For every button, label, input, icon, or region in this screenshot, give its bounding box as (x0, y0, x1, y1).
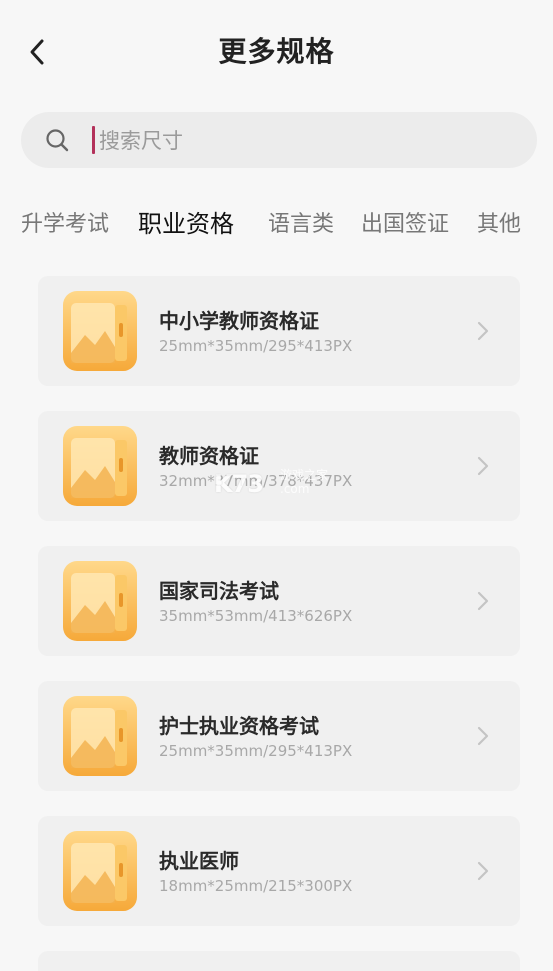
watermark: K73 游戏之家 .com (214, 466, 344, 506)
tab-language[interactable]: 语言类 (268, 205, 334, 245)
tab-other[interactable]: 其他 (477, 205, 521, 245)
photo-album-icon (63, 291, 137, 371)
list-item-partial[interactable] (38, 951, 520, 971)
list-item[interactable]: 执业医师 18mm*25mm/215*300PX (38, 816, 520, 926)
spec-title: 中小学教师资格证 (159, 309, 319, 333)
photo-album-icon (63, 561, 137, 641)
watermark-logo: K73 (214, 470, 264, 498)
watermark-text: 游戏之家 (280, 468, 329, 482)
chevron-right-icon (477, 726, 489, 746)
photo-album-icon (63, 696, 137, 776)
list-item[interactable]: 国家司法考试 35mm*53mm/413*626PX (38, 546, 520, 656)
list-item[interactable]: 中小学教师资格证 25mm*35mm/295*413PX (38, 276, 520, 386)
chevron-right-icon (477, 591, 489, 611)
spec-size: 35mm*53mm/413*626PX (159, 607, 353, 625)
tab-entrance-exam[interactable]: 升学考试 (21, 205, 109, 245)
spec-title: 护士执业资格考试 (159, 714, 319, 738)
spec-title: 国家司法考试 (159, 579, 279, 603)
tab-visa[interactable]: 出国签证 (361, 205, 449, 245)
category-tabs: 升学考试 职业资格 语言类 出国签证 其他 (0, 205, 553, 249)
search-icon (46, 129, 69, 152)
chevron-right-icon (477, 861, 489, 881)
tab-professional-qualification[interactable]: 职业资格 (138, 204, 234, 244)
spec-title: 执业医师 (159, 849, 239, 873)
spec-title: 教师资格证 (159, 444, 259, 468)
spec-size: 25mm*35mm/295*413PX (159, 337, 353, 355)
search-input[interactable] (97, 122, 501, 160)
watermark-domain: .com (280, 482, 310, 496)
text-cursor (92, 126, 95, 154)
page-title: 更多规格 (218, 35, 335, 68)
photo-album-icon (63, 426, 137, 506)
chevron-right-icon (477, 321, 489, 341)
top-bar: 更多规格 (0, 0, 553, 104)
spec-size: 25mm*35mm/295*413PX (159, 742, 353, 760)
chevron-right-icon (477, 456, 489, 476)
search-bar[interactable] (21, 112, 537, 168)
photo-album-icon (63, 831, 137, 911)
list-item[interactable]: 护士执业资格考试 25mm*35mm/295*413PX (38, 681, 520, 791)
spec-size: 18mm*25mm/215*300PX (159, 877, 353, 895)
